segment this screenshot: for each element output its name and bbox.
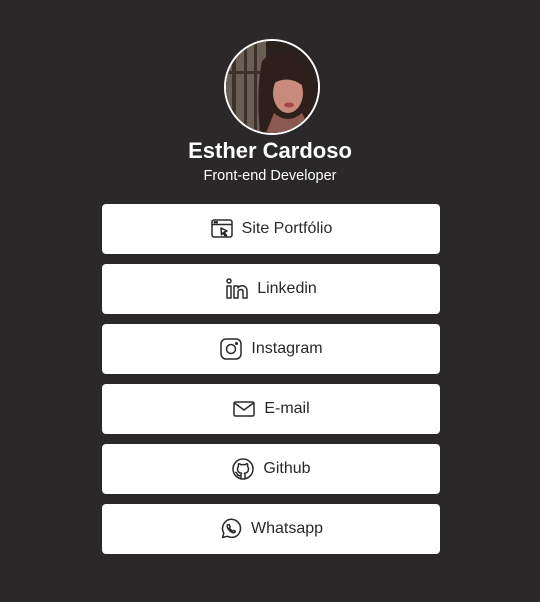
linkedin-button[interactable]: Linkedin [102,264,440,314]
linkedin-icon [225,277,249,301]
link-label: E-mail [264,400,310,417]
github-icon [231,457,255,481]
links-list: Site Portfólio Linkedin Instagram E-mail… [102,204,440,564]
avatar [224,39,320,135]
link-label: Whatsapp [250,520,324,537]
link-label: Site Portfólio [241,220,333,237]
link-label: Instagram [251,340,323,357]
profile-role: Front-end Developer [203,168,337,184]
site-portfolio-button[interactable]: Site Portfólio [102,204,440,254]
whatsapp-icon [219,517,243,541]
instagram-button[interactable]: Instagram [102,324,440,374]
link-label: Linkedin [257,280,317,297]
email-button[interactable]: E-mail [102,384,440,434]
link-label: Github [263,460,311,477]
instagram-icon [219,337,243,361]
browser-cursor-icon [210,217,234,241]
mail-icon [232,397,256,421]
profile-name: Esther Cardoso [188,138,352,163]
whatsapp-button[interactable]: Whatsapp [102,504,440,554]
github-button[interactable]: Github [102,444,440,494]
